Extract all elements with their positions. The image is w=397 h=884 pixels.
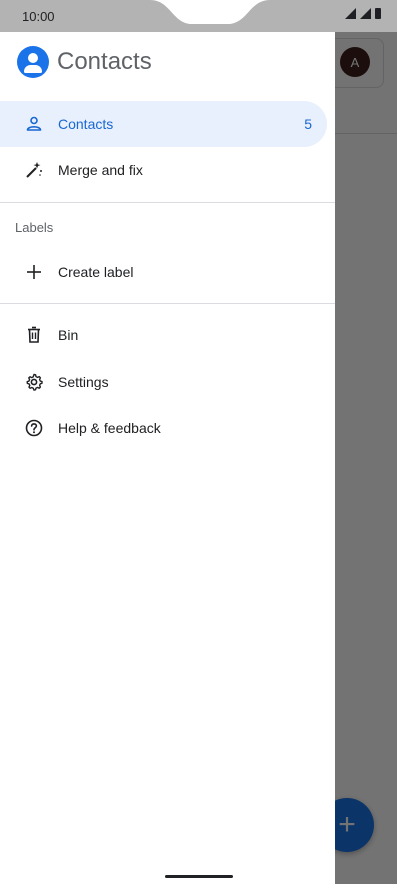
nav-item-label: Bin (58, 327, 79, 343)
plus-icon (27, 265, 41, 279)
nav-item-label: Help & feedback (58, 420, 161, 436)
nav-item-merge-and-fix[interactable]: Merge and fix (0, 147, 327, 193)
system-icons (345, 8, 381, 19)
nav-item-settings[interactable]: Settings (0, 359, 327, 405)
battery-icon (375, 8, 381, 19)
labels-section-heading: Labels (15, 220, 54, 235)
nav-item-bin[interactable]: Bin (0, 312, 327, 358)
contacts-logo-icon (17, 46, 49, 78)
person-icon (26, 116, 42, 131)
nav-item-label: Contacts (58, 116, 114, 132)
navigation-drawer: Contacts Contacts 5 Merge and fix Labels… (0, 32, 335, 884)
nav-item-label: Create label (58, 264, 134, 280)
nav-item-contacts[interactable]: Contacts 5 (0, 101, 327, 147)
nav-item-label: Merge and fix (58, 162, 143, 178)
contacts-count-badge: 5 (304, 116, 312, 132)
magic-wand-icon (26, 162, 42, 178)
drawer-divider (0, 202, 335, 203)
cell-signal-icon (360, 8, 371, 19)
nav-item-label: Settings (58, 374, 109, 390)
camera-notch (150, 0, 270, 24)
drawer-title: Contacts (57, 48, 152, 75)
home-gesture-bar[interactable] (165, 875, 233, 878)
wifi-signal-icon (345, 8, 356, 19)
create-label-button[interactable]: Create label (0, 249, 327, 295)
status-bar: 10:00 (0, 0, 397, 32)
gear-icon (26, 373, 43, 391)
nav-item-help-feedback[interactable]: Help & feedback (0, 405, 327, 451)
trash-icon (28, 326, 40, 343)
drawer-divider (0, 303, 335, 304)
status-time: 10:00 (22, 9, 55, 24)
drawer-header: Contacts (17, 46, 152, 78)
help-icon (25, 419, 43, 437)
